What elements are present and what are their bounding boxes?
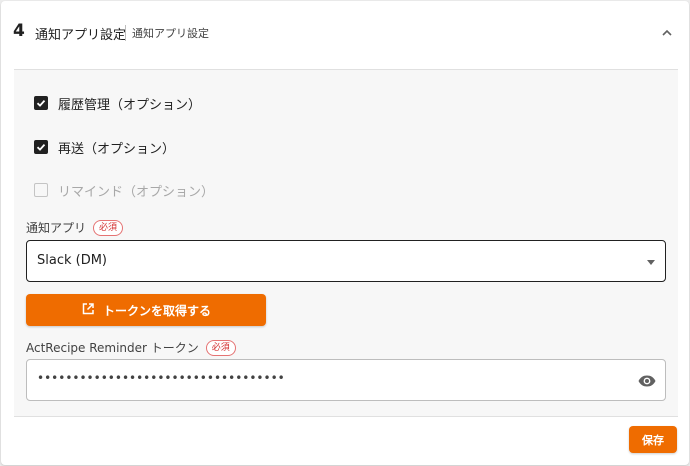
settings-panel: 履歴管理（オプション） 再送（オプション） リマインド（オプション） 通知アプリ…: [14, 69, 678, 417]
field-label-text: ActRecipe Reminder トークン: [26, 341, 199, 355]
step-number: 4: [13, 21, 25, 41]
checkbox-checked[interactable]: [34, 140, 48, 154]
get-token-button[interactable]: トークンを取得する: [26, 294, 266, 326]
checkbox-checked[interactable]: [34, 96, 48, 110]
option-resend[interactable]: 再送（オプション）: [34, 135, 175, 159]
checkbox-disabled: [34, 183, 48, 197]
required-badge: 必須: [93, 219, 124, 236]
section-subtitle: 通知アプリ設定: [132, 27, 209, 40]
open-in-new-icon: [81, 301, 95, 320]
option-label: リマインド（オプション）: [58, 184, 215, 200]
field-label-text: 通知アプリ: [26, 221, 87, 235]
chevron-up-icon[interactable]: [657, 23, 677, 43]
section-title: 通知アプリ設定: [35, 28, 127, 43]
reminder-token-label: ActRecipe Reminder トークン 必須: [26, 339, 236, 356]
option-remind: リマインド（オプション）: [34, 178, 214, 202]
option-label: 履歴管理（オプション）: [58, 97, 202, 113]
save-button[interactable]: 保存: [629, 426, 677, 453]
header-divider: [125, 25, 126, 41]
reminder-token-input[interactable]: •••••••••••••••••••••••••••••••••••: [26, 359, 666, 401]
caret-down-icon[interactable]: [647, 260, 655, 265]
section-header[interactable]: 4 通知アプリ設定 通知アプリ設定: [1, 1, 689, 65]
option-history-management[interactable]: 履歴管理（オプション）: [34, 91, 201, 115]
notify-app-select[interactable]: Slack (DM): [26, 240, 666, 282]
required-badge: 必須: [205, 339, 236, 356]
select-value: Slack (DM): [37, 253, 108, 268]
notify-app-label: 通知アプリ 必須: [26, 219, 124, 236]
eye-icon[interactable]: [637, 371, 657, 391]
option-label: 再送（オプション）: [58, 141, 176, 157]
token-masked-value: •••••••••••••••••••••••••••••••••••: [37, 371, 285, 385]
settings-card: 4 通知アプリ設定 通知アプリ設定 履歴管理（オプション） 再送（オプション） …: [1, 1, 689, 465]
get-token-label: トークンを取得する: [102, 303, 211, 318]
